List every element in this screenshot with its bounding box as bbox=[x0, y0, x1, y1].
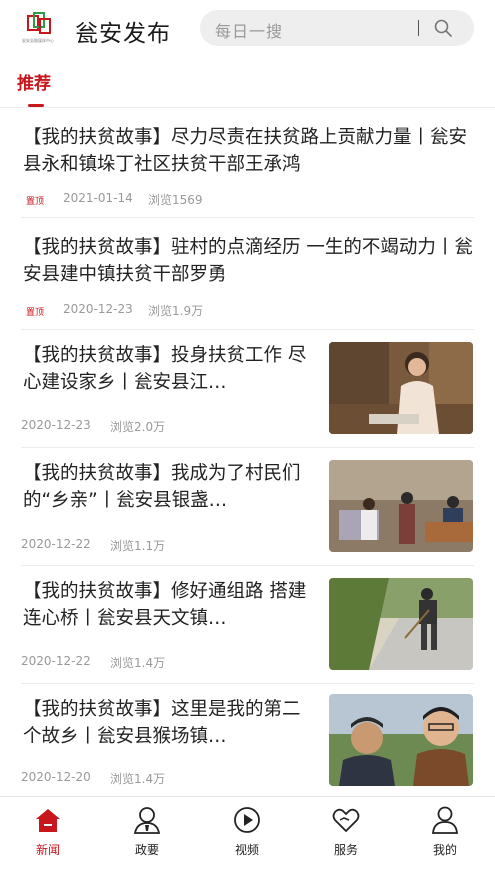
news-thumbnail[interactable] bbox=[329, 694, 473, 786]
news-thumbnail[interactable] bbox=[329, 342, 473, 434]
news-date: 2021-01-14 bbox=[63, 191, 133, 205]
person-badge-icon[interactable] bbox=[132, 805, 162, 835]
nav-label-politics[interactable]: 政要 bbox=[117, 841, 177, 858]
tab-active-indicator bbox=[28, 104, 44, 107]
logo-caption: 瓮安县融媒体中心 bbox=[22, 38, 54, 43]
news-item[interactable]: 【我的扶贫故事】我成为了村民们的“乡亲”丨瓮安县银盏… 2020-12-22 浏… bbox=[0, 448, 495, 566]
news-title[interactable]: 【我的扶贫故事】投身扶贫工作 尽心建设家乡丨瓮安县江… bbox=[23, 342, 316, 396]
nav-label-mine[interactable]: 我的 bbox=[415, 841, 475, 858]
heart-hand-icon[interactable] bbox=[331, 805, 361, 835]
search-placeholder[interactable]: 每日一搜 bbox=[215, 18, 283, 42]
news-item[interactable]: 【我的扶贫故事】这里是我的第二个故乡丨瓮安县猴场镇… 2020-12-20 浏览… bbox=[0, 684, 495, 796]
news-thumbnail[interactable] bbox=[329, 578, 473, 670]
news-item[interactable]: 【我的扶贫故事】修好通组路 搭建连心桥丨瓮安县天文镇… 2020-12-22 浏… bbox=[0, 566, 495, 684]
nav-label-services[interactable]: 服务 bbox=[316, 841, 376, 858]
app-title: 瓮安发布 bbox=[75, 21, 171, 47]
news-views: 浏览1.4万 bbox=[110, 656, 166, 670]
search-bar[interactable]: 每日一搜 bbox=[200, 10, 474, 46]
bottom-navigation: 新闻 政要 视频 服务 我的 bbox=[0, 796, 495, 881]
news-title[interactable]: 【我的扶贫故事】驻村的点滴经历 一生的不竭动力丨瓮安县建中镇扶贫干部罗勇 bbox=[23, 234, 475, 288]
nav-label-news[interactable]: 新闻 bbox=[18, 841, 78, 858]
user-icon[interactable] bbox=[430, 805, 460, 835]
news-title[interactable]: 【我的扶贫故事】修好通组路 搭建连心桥丨瓮安县天文镇… bbox=[23, 578, 316, 632]
news-date: 2020-12-20 bbox=[21, 770, 91, 784]
nav-label-video[interactable]: 视频 bbox=[217, 841, 277, 858]
news-views: 浏览2.0万 bbox=[110, 420, 166, 434]
nav-politics[interactable]: 政要 bbox=[117, 805, 177, 858]
news-item[interactable]: 【我的扶贫故事】投身扶贫工作 尽心建设家乡丨瓮安县江… 2020-12-23 浏… bbox=[0, 330, 495, 448]
nav-video[interactable]: 视频 bbox=[217, 805, 277, 858]
news-date: 2020-12-22 bbox=[21, 537, 91, 551]
logo-icon bbox=[27, 12, 51, 34]
nav-mine[interactable]: 我的 bbox=[415, 805, 475, 858]
news-views: 浏览1.4万 bbox=[110, 772, 166, 786]
app-logo: 瓮安县融媒体中心 bbox=[18, 12, 58, 46]
pinned-badge: 置顶 bbox=[26, 197, 45, 207]
search-divider bbox=[418, 20, 419, 36]
nav-news[interactable]: 新闻 bbox=[18, 805, 78, 858]
tab-recommended[interactable]: 推荐 bbox=[17, 69, 51, 94]
news-title[interactable]: 【我的扶贫故事】这里是我的第二个故乡丨瓮安县猴场镇… bbox=[23, 696, 316, 750]
news-views: 浏览1.9万 bbox=[148, 304, 204, 318]
app-header: 瓮安县融媒体中心 瓮安发布 每日一搜 bbox=[0, 0, 495, 58]
news-title[interactable]: 【我的扶贫故事】我成为了村民们的“乡亲”丨瓮安县银盏… bbox=[23, 460, 316, 514]
news-date: 2020-12-23 bbox=[21, 418, 91, 432]
home-icon[interactable] bbox=[33, 805, 63, 835]
news-date: 2020-12-23 bbox=[63, 302, 133, 316]
search-icon[interactable] bbox=[433, 18, 453, 38]
news-item[interactable]: 【我的扶贫故事】驻村的点滴经历 一生的不竭动力丨瓮安县建中镇扶贫干部罗勇 置顶 … bbox=[0, 218, 495, 330]
pinned-badge: 置顶 bbox=[26, 308, 45, 318]
nav-services[interactable]: 服务 bbox=[316, 805, 376, 858]
play-circle-icon[interactable] bbox=[232, 805, 262, 835]
news-title[interactable]: 【我的扶贫故事】尽力尽责在扶贫路上贡献力量丨瓮安县永和镇垛丁社区扶贫干部王承鸿 bbox=[23, 124, 475, 178]
news-thumbnail[interactable] bbox=[329, 460, 473, 552]
news-views: 浏览1.1万 bbox=[110, 539, 166, 553]
news-views: 浏览1569 bbox=[148, 193, 203, 207]
category-tabs: 推荐 bbox=[0, 60, 495, 108]
news-date: 2020-12-22 bbox=[21, 654, 91, 668]
news-item[interactable]: 【我的扶贫故事】尽力尽责在扶贫路上贡献力量丨瓮安县永和镇垛丁社区扶贫干部王承鸿 … bbox=[0, 108, 495, 218]
